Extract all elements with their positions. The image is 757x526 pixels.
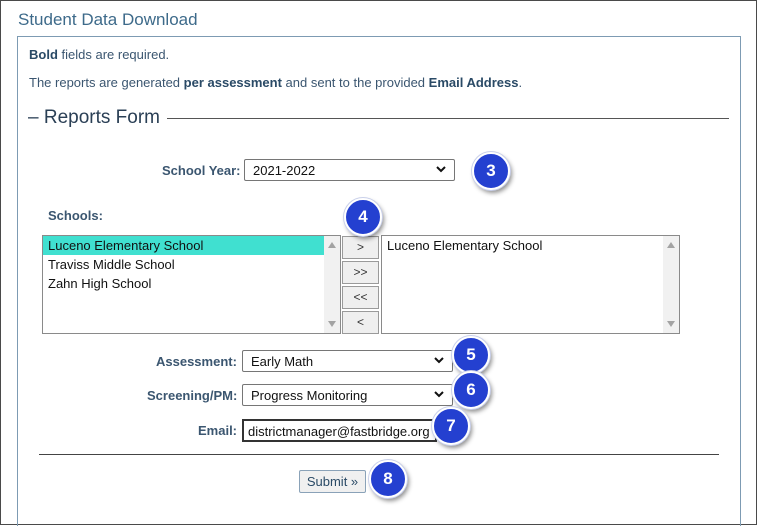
list-item[interactable]: Luceno Elementary School <box>43 236 340 255</box>
reports-mid: and sent to the provided <box>281 75 429 90</box>
legend-divider <box>167 118 729 119</box>
schools-label: Schools: <box>48 208 103 223</box>
legend-text: Reports Form <box>43 107 160 128</box>
page-title: Student Data Download <box>18 10 198 29</box>
callout-badge: 5 <box>452 336 490 374</box>
bold-word: Bold <box>29 47 58 62</box>
school-year-value: 2021-2022 <box>253 163 316 178</box>
screening-select[interactable]: Progress Monitoring <box>242 384 453 406</box>
assessment-label: Assessment: <box>156 354 237 369</box>
school-year-label: School Year: <box>162 163 241 178</box>
submit-button[interactable]: Submit » <box>299 470 366 493</box>
callout-badge: 4 <box>344 198 382 236</box>
list-item[interactable]: Traviss Middle School <box>43 255 340 274</box>
reports-prefix: The reports are generated <box>29 75 184 90</box>
school-year-select[interactable]: 2021-2022 <box>244 159 455 181</box>
scroll-down-icon[interactable] <box>328 321 336 327</box>
add-school-button[interactable]: > <box>342 236 379 259</box>
assessment-select[interactable]: Early Math <box>242 350 453 372</box>
chevron-down-icon <box>436 166 446 173</box>
assessment-value: Early Math <box>251 354 314 369</box>
list-item[interactable]: Zahn High School <box>43 274 340 293</box>
scroll-down-icon[interactable] <box>667 321 675 327</box>
required-note: Bold fields are required. <box>29 47 169 62</box>
remove-all-schools-button[interactable]: << <box>342 286 379 309</box>
chevron-down-icon <box>434 391 444 398</box>
callout-badge: 3 <box>472 152 510 190</box>
chosen-schools-list[interactable]: Luceno Elementary School <box>381 235 680 334</box>
scroll-up-icon[interactable] <box>328 242 336 248</box>
scrollbar[interactable] <box>663 236 679 333</box>
scrollbar[interactable] <box>324 236 340 333</box>
callout-badge: 6 <box>452 371 490 409</box>
available-schools-list[interactable]: Luceno Elementary School Traviss Middle … <box>42 235 341 334</box>
add-all-schools-button[interactable]: >> <box>342 261 379 284</box>
reports-bold-1: per assessment <box>183 75 282 90</box>
email-field[interactable]: districtmanager@fastbridge.org <box>242 419 437 442</box>
callout-badge: 8 <box>369 460 407 498</box>
remove-school-button[interactable]: < <box>342 311 379 334</box>
screening-value: Progress Monitoring <box>251 388 368 403</box>
scroll-up-icon[interactable] <box>667 242 675 248</box>
reports-form-legend: – Reports Form <box>28 107 160 128</box>
callout-badge: 7 <box>432 407 470 445</box>
chevron-down-icon <box>434 357 444 364</box>
required-text: fields are required. <box>57 47 170 62</box>
reports-end: . <box>518 75 523 90</box>
screening-label: Screening/PM: <box>147 388 238 403</box>
reports-note: The reports are generated per assessment… <box>29 75 522 90</box>
email-label: Email: <box>198 423 238 438</box>
reports-bold-2: Email Address <box>428 75 519 90</box>
list-item[interactable]: Luceno Elementary School <box>382 236 679 255</box>
form-divider <box>39 454 719 455</box>
